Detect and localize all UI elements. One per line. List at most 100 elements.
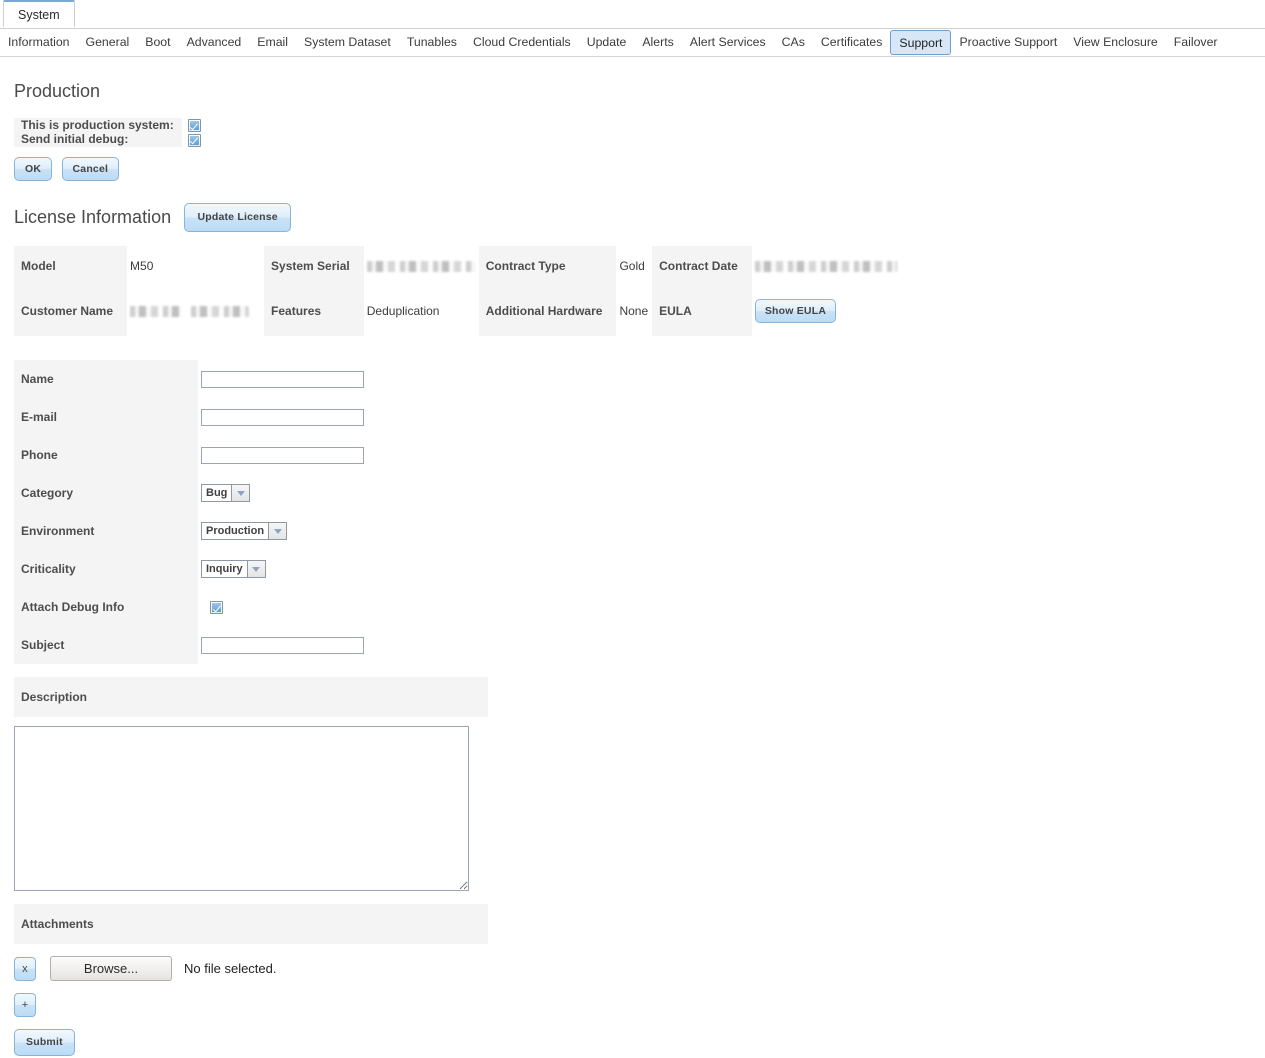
criticality-select-value: Inquiry bbox=[202, 561, 247, 578]
production-system-value bbox=[181, 118, 228, 133]
table-row: Environment Production bbox=[14, 512, 364, 551]
redacted-customer-second bbox=[191, 306, 250, 318]
chevron-down-icon bbox=[246, 561, 265, 578]
eula-label: EULA bbox=[652, 285, 752, 337]
email-input[interactable] bbox=[201, 408, 364, 426]
attach-debug-value-cell bbox=[198, 588, 364, 627]
email-label: E-mail bbox=[14, 398, 198, 437]
file-status-text: No file selected. bbox=[184, 961, 277, 977]
production-system-checkbox[interactable] bbox=[187, 119, 201, 133]
environment-label: Environment bbox=[14, 512, 198, 551]
category-label: Category bbox=[14, 474, 198, 513]
nav-item-system-dataset[interactable]: System Dataset bbox=[296, 29, 399, 56]
chevron-down-icon bbox=[231, 485, 250, 502]
nav-item-view-enclosure[interactable]: View Enclosure bbox=[1065, 29, 1166, 56]
show-eula-button[interactable]: Show EULA bbox=[754, 298, 837, 324]
category-select-value: Bug bbox=[202, 485, 232, 502]
table-row: Name bbox=[14, 360, 364, 399]
production-button-row: OK Cancel bbox=[0, 147, 1265, 182]
send-initial-debug-checkbox[interactable] bbox=[187, 133, 201, 147]
production-system-label: This is production system: bbox=[14, 118, 182, 133]
table-row: Criticality Inquiry bbox=[14, 550, 364, 589]
nav-item-certificates[interactable]: Certificates bbox=[813, 29, 891, 56]
category-value-cell: Bug bbox=[198, 474, 364, 513]
subject-label: Subject bbox=[14, 626, 198, 665]
nav-item-alerts[interactable]: Alerts bbox=[634, 29, 681, 56]
production-title-row: Production bbox=[0, 57, 1265, 102]
nav-item-boot[interactable]: Boot bbox=[137, 29, 178, 56]
table-row: This is production system: bbox=[14, 118, 228, 133]
environment-select[interactable]: Production bbox=[201, 522, 288, 541]
criticality-value-cell: Inquiry bbox=[198, 550, 364, 589]
customer-name-value bbox=[127, 285, 265, 337]
features-label: Features bbox=[264, 285, 364, 337]
customer-name-label: Customer Name bbox=[14, 285, 128, 337]
browse-file-button[interactable]: Browse... bbox=[50, 956, 172, 982]
redacted-customer-first bbox=[130, 306, 183, 318]
update-license-button[interactable]: Update License bbox=[184, 203, 291, 232]
window-tab-system[interactable]: System bbox=[3, 0, 75, 27]
criticality-label: Criticality bbox=[14, 550, 198, 589]
nav-item-cas[interactable]: CAs bbox=[774, 29, 813, 56]
add-attachment-button[interactable]: + bbox=[14, 993, 36, 1018]
send-initial-debug-value bbox=[181, 132, 228, 147]
production-table: This is production system: Send initial … bbox=[14, 118, 228, 147]
name-input[interactable] bbox=[201, 370, 364, 388]
send-initial-debug-label: Send initial debug: bbox=[14, 132, 182, 147]
license-title-row: License Information Update License bbox=[0, 181, 1265, 232]
nav-item-failover[interactable]: Failover bbox=[1166, 29, 1226, 56]
redacted-serial bbox=[366, 260, 475, 272]
system-serial-value bbox=[363, 245, 479, 286]
table-row: E-mail bbox=[14, 398, 364, 437]
window-tabstrip: System bbox=[0, 0, 1265, 29]
window-tab-label: System bbox=[18, 7, 60, 22]
attach-debug-label: Attach Debug Info bbox=[14, 588, 198, 627]
contract-type-value: Gold bbox=[616, 245, 653, 286]
criticality-select[interactable]: Inquiry bbox=[201, 560, 266, 579]
license-heading: License Information bbox=[14, 206, 172, 227]
production-heading: Production bbox=[14, 81, 101, 101]
nav-item-information[interactable]: Information bbox=[0, 29, 78, 56]
description-header: Description bbox=[14, 677, 488, 718]
license-table: Model M50 System Serial Contract Type Go… bbox=[14, 245, 911, 337]
phone-value-cell bbox=[198, 436, 364, 475]
page-content: Production This is production system: Se… bbox=[0, 57, 1265, 1056]
nav-item-email[interactable]: Email bbox=[249, 29, 296, 56]
table-row: Model M50 System Serial Contract Type Go… bbox=[14, 245, 911, 286]
environment-select-value: Production bbox=[202, 523, 269, 540]
cancel-button[interactable]: Cancel bbox=[61, 156, 120, 182]
environment-value-cell: Production bbox=[198, 512, 364, 551]
nav-item-cloud-credentials[interactable]: Cloud Credentials bbox=[465, 29, 579, 56]
name-value-cell bbox=[198, 360, 364, 399]
additional-hardware-value: None bbox=[616, 285, 653, 337]
table-row: Subject bbox=[14, 626, 364, 665]
redacted-contract-date bbox=[754, 260, 897, 272]
description-textarea[interactable] bbox=[14, 726, 469, 892]
table-row: Phone bbox=[14, 436, 364, 475]
contract-date-label: Contract Date bbox=[652, 245, 752, 286]
features-value: Deduplication bbox=[363, 285, 479, 337]
system-serial-label: System Serial bbox=[264, 245, 364, 286]
remove-attachment-button[interactable]: x bbox=[14, 956, 36, 981]
nav-item-general[interactable]: General bbox=[78, 29, 138, 56]
table-row: Category Bug bbox=[14, 474, 364, 513]
attach-debug-checkbox[interactable] bbox=[210, 601, 223, 615]
additional-hardware-label: Additional Hardware bbox=[478, 285, 617, 337]
model-value: M50 bbox=[127, 245, 265, 286]
phone-input[interactable] bbox=[201, 446, 364, 464]
nav-item-alert-services[interactable]: Alert Services bbox=[682, 29, 774, 56]
ok-button[interactable]: OK bbox=[14, 156, 53, 182]
add-attachment-row: + bbox=[14, 993, 1265, 1018]
attachments-header: Attachments bbox=[14, 904, 488, 945]
nav-item-tunables[interactable]: Tunables bbox=[399, 29, 465, 56]
nav-item-support[interactable]: Support bbox=[890, 30, 952, 55]
category-select[interactable]: Bug bbox=[201, 484, 251, 503]
support-form-table: Name E-mail Phone Category Bug Environme… bbox=[14, 360, 364, 665]
nav-item-proactive-support[interactable]: Proactive Support bbox=[951, 29, 1065, 56]
submit-button[interactable]: Submit bbox=[14, 1029, 75, 1056]
table-row: Send initial debug: bbox=[14, 132, 228, 147]
nav-item-update[interactable]: Update bbox=[579, 29, 635, 56]
subject-input[interactable] bbox=[201, 636, 364, 654]
contract-type-label: Contract Type bbox=[478, 245, 617, 286]
nav-item-advanced[interactable]: Advanced bbox=[179, 29, 250, 56]
